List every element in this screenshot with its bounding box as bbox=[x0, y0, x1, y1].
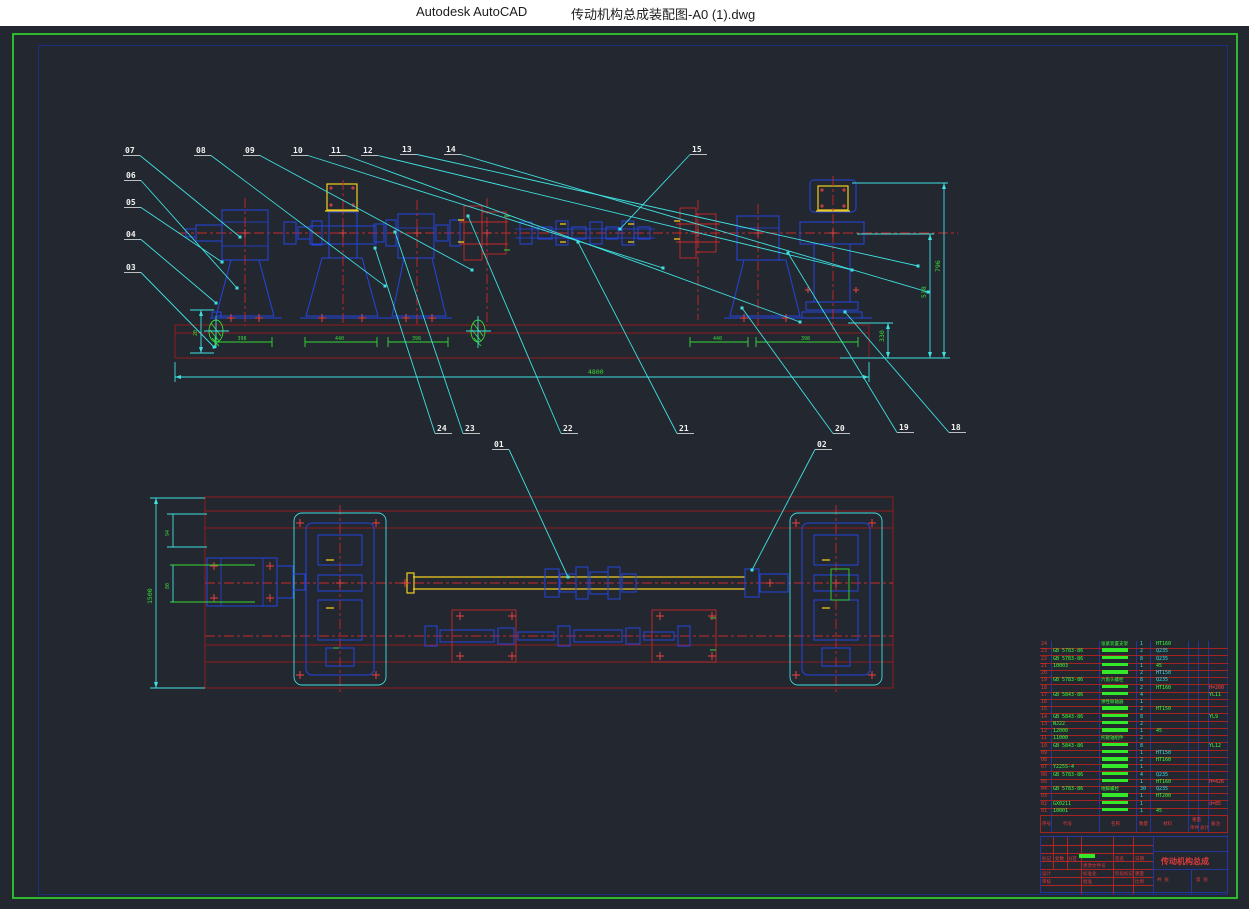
svg-text:440: 440 bbox=[335, 336, 344, 342]
tb-label-file: 更改文件号 bbox=[1083, 863, 1106, 869]
tb-label-standard: 标准化 bbox=[1083, 871, 1097, 877]
callout-11: 11 bbox=[329, 146, 802, 324]
callout-08: 08 bbox=[194, 146, 387, 288]
svg-text:80: 80 bbox=[165, 583, 171, 589]
tb-label-count: 处数 bbox=[1055, 856, 1064, 862]
bom-header-cell: 材料 bbox=[1163, 821, 1172, 827]
svg-text:398: 398 bbox=[412, 336, 421, 342]
callout-23: 23 bbox=[394, 231, 481, 434]
bom-header-cell: 单件 bbox=[1190, 825, 1199, 831]
tb-label-date: 日期 bbox=[1135, 856, 1144, 862]
callout-14: 14 bbox=[444, 145, 930, 294]
callout-10: 10 bbox=[291, 146, 665, 270]
bom-header-weight: 重量 bbox=[1192, 817, 1201, 823]
tb-label-stage: 阶段标记 bbox=[1115, 871, 1133, 877]
callout-label: 11 bbox=[331, 146, 341, 155]
tb-label-sheets: 共 张 bbox=[1157, 877, 1169, 883]
bom-header-cell: 名称 bbox=[1111, 821, 1120, 827]
svg-text:398: 398 bbox=[801, 336, 810, 342]
callout-label: 03 bbox=[126, 263, 136, 272]
bom-header-cell: 数量 bbox=[1139, 821, 1148, 827]
callout-02: 02 bbox=[751, 440, 833, 572]
tb-label-approve: 批准 bbox=[1083, 879, 1092, 885]
dimensions-layer: 48007965183302039844039844039815009480 bbox=[146, 183, 950, 688]
callout-label: 04 bbox=[126, 230, 136, 239]
callout-12: 12 bbox=[361, 146, 854, 272]
svg-text:398: 398 bbox=[238, 336, 247, 342]
callout-label: 14 bbox=[446, 145, 456, 154]
svg-text:94: 94 bbox=[165, 530, 171, 536]
selection-highlight bbox=[1079, 854, 1095, 858]
callout-label: 20 bbox=[835, 424, 845, 433]
svg-text:330: 330 bbox=[878, 330, 886, 342]
bom-header-cell: 代号 bbox=[1063, 821, 1072, 827]
callout-05: 05 bbox=[124, 198, 224, 264]
tb-label-sign: 签名 bbox=[1115, 856, 1124, 862]
parts-list-table: 24张紧装置支架1HT16023GB 5783-862Q23522GB 5783… bbox=[1040, 641, 1228, 833]
callout-label: 22 bbox=[563, 424, 573, 433]
bom-header-cell: 备注 bbox=[1211, 821, 1220, 827]
plan-view bbox=[205, 497, 893, 692]
callout-label: 10 bbox=[293, 146, 303, 155]
callout-21: 21 bbox=[577, 241, 695, 434]
callout-label: 05 bbox=[126, 198, 136, 207]
svg-text:1500: 1500 bbox=[146, 588, 154, 604]
callout-label: 12 bbox=[363, 146, 373, 155]
callout-01: 01 bbox=[492, 440, 570, 579]
callout-label: 13 bbox=[402, 145, 412, 154]
callout-07: 07 bbox=[123, 146, 242, 239]
parts-list-header: 序号 代号 名称 数量 材料单件总计备注 重量 bbox=[1040, 815, 1228, 833]
tb-label-zone: 分区 bbox=[1068, 856, 1077, 862]
tb-label-sheet-no: 第 张 bbox=[1196, 877, 1208, 883]
tb-label-weight: 重量 bbox=[1135, 871, 1144, 877]
callout-15: 15 bbox=[619, 145, 708, 231]
callout-label: 02 bbox=[817, 440, 827, 449]
callout-label: 19 bbox=[899, 423, 909, 432]
callout-label: 01 bbox=[494, 440, 504, 449]
callout-label: 09 bbox=[245, 146, 255, 155]
svg-text:796: 796 bbox=[934, 260, 942, 272]
drawing-title: 传动机构总成 bbox=[1161, 856, 1209, 867]
tb-label-design: 设计 bbox=[1042, 871, 1051, 877]
callout-03: 03 bbox=[124, 263, 216, 349]
bom-header-cell: 总计 bbox=[1200, 825, 1209, 831]
tb-label-scale: 比例 bbox=[1135, 879, 1144, 885]
autocad-window: Autodesk AutoCAD 传动机构总成装配图-A0 (1).dwg bbox=[0, 0, 1249, 909]
callout-label: 24 bbox=[437, 424, 447, 433]
callout-label: 15 bbox=[692, 145, 702, 154]
tb-label-mark: 标记 bbox=[1042, 856, 1051, 862]
callout-18: 18 bbox=[844, 311, 967, 433]
svg-text:440: 440 bbox=[713, 336, 722, 342]
svg-text:4800: 4800 bbox=[588, 368, 604, 376]
title-block: 标记 处数 分区 更改文件号 签名 日期 设计 审核 标准化 批准 阶段标记 重… bbox=[1040, 836, 1228, 893]
callout-09: 09 bbox=[243, 146, 474, 272]
bolt-cross-markers bbox=[210, 229, 876, 679]
tb-label-audit: 审核 bbox=[1042, 879, 1051, 885]
callout-label: 08 bbox=[196, 146, 206, 155]
bom-header-cell: 序号 bbox=[1042, 821, 1051, 827]
callout-20: 20 bbox=[741, 307, 851, 434]
callout-label: 06 bbox=[126, 171, 136, 180]
callout-label: 21 bbox=[679, 424, 689, 433]
callout-label: 23 bbox=[465, 424, 475, 433]
callout-label: 07 bbox=[125, 146, 135, 155]
callout-label: 18 bbox=[951, 423, 961, 432]
